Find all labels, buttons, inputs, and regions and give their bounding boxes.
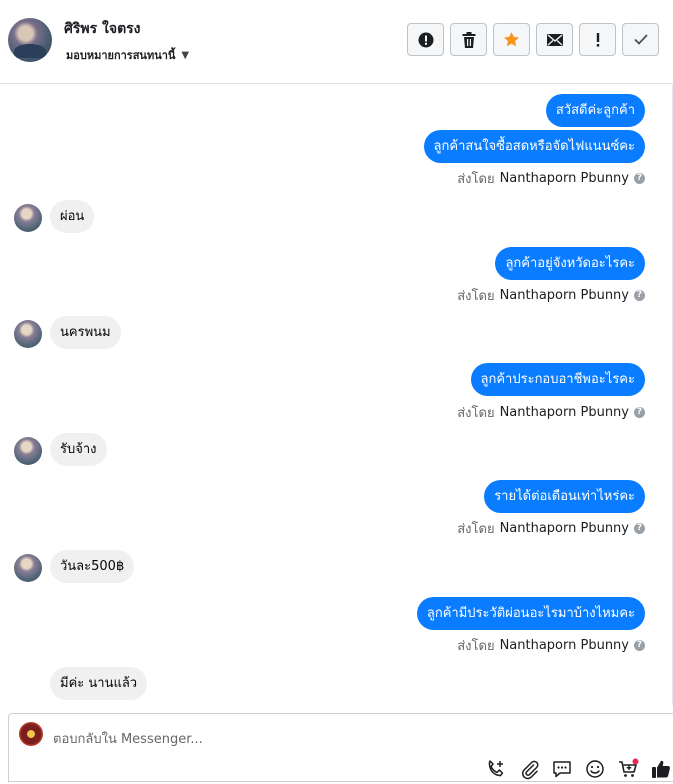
contact-avatar-small [14, 554, 42, 582]
help-icon[interactable]: ? [634, 640, 645, 651]
outgoing-message: รายได้ต่อเดือนเท่าไหร่คะ [484, 480, 645, 513]
mark-done-button[interactable] [622, 23, 659, 56]
conversation-header: ศิริพร ใจตรง มอบหมายการสนทนานี้ ▼ [0, 0, 673, 84]
sender-name[interactable]: Nanthaporn Pbunny [500, 521, 629, 536]
outgoing-message: ลูกค้าอยู่จังหวัดอะไรคะ [495, 247, 645, 280]
contact-avatar-small [14, 437, 42, 465]
assign-conversation-dropdown[interactable]: มอบหมายการสนทนานี้ ▼ [66, 46, 189, 64]
outgoing-message: ลูกค้ามีประวัติผ่อนอะไรมาบ้างไหมคะ [416, 597, 645, 630]
sender-name[interactable]: Nanthaporn Pbunny [500, 638, 629, 653]
phone-plus-icon[interactable] [485, 758, 507, 780]
contact-avatar[interactable] [8, 18, 52, 62]
assign-label: มอบหมายการสนทนานี้ [66, 49, 176, 62]
delete-button[interactable] [450, 23, 487, 56]
thumbs-up-icon[interactable] [650, 758, 672, 780]
incoming-message: วันละ500฿ [50, 550, 135, 583]
sent-by-label: ส่งโดย Nanthaporn Pbunny ? [457, 635, 645, 656]
sent-by-prefix: ส่งโดย [457, 172, 495, 187]
contact-name[interactable]: ศิริพร ใจตรง [64, 18, 141, 40]
star-button[interactable] [493, 23, 530, 56]
page-avatar [19, 722, 43, 746]
follow-up-button[interactable] [579, 23, 616, 56]
reply-composer: ตอบกลับใน Messenger... [8, 713, 673, 782]
spam-button[interactable] [407, 23, 444, 56]
envelope-icon [546, 33, 563, 46]
sent-by-label: ส่งโดย Nanthaporn Pbunny ? [457, 518, 645, 539]
outgoing-message: ลูกค้าประกอบอาชีพอะไรคะ [470, 363, 645, 396]
sender-name[interactable]: Nanthaporn Pbunny [500, 405, 629, 420]
sent-by-prefix: ส่งโดย [457, 289, 495, 304]
sent-by-label: ส่งโดย Nanthaporn Pbunny ? [457, 168, 645, 189]
caret-down-icon: ▼ [181, 49, 190, 61]
contact-avatar-small [14, 320, 42, 348]
mark-unread-button[interactable] [536, 23, 573, 56]
conversation-toolbar [407, 23, 659, 56]
sent-by-prefix: ส่งโดย [457, 522, 495, 537]
incoming-message: นครพนม [50, 316, 121, 349]
attachment-icon[interactable] [518, 758, 540, 780]
sent-by-label: ส่งโดย Nanthaporn Pbunny ? [457, 285, 645, 306]
reply-input[interactable]: ตอบกลับใน Messenger... [53, 728, 203, 749]
help-icon[interactable]: ? [634, 290, 645, 301]
incoming-message: รับจ้าง [50, 433, 107, 466]
help-icon[interactable]: ? [634, 407, 645, 418]
outgoing-message: สวัสดีค่ะลูกค้า [545, 94, 645, 127]
sender-name[interactable]: Nanthaporn Pbunny [500, 171, 629, 186]
cart-icon[interactable] [617, 758, 639, 780]
outgoing-message: ลูกค้าสนใจซื้อสดหรือจัดไฟแนนซ์คะ [423, 130, 645, 163]
incoming-message: ผ่อน [50, 200, 95, 233]
trash-icon [462, 31, 475, 48]
star-icon [504, 32, 519, 47]
help-icon[interactable]: ? [634, 173, 645, 184]
composer-actions [485, 758, 672, 780]
sent-by-prefix: ส่งโดย [457, 639, 495, 654]
chat-bubble-icon[interactable] [551, 758, 573, 780]
sender-name[interactable]: Nanthaporn Pbunny [500, 288, 629, 303]
emoji-icon[interactable] [584, 758, 606, 780]
check-icon [633, 34, 648, 45]
sent-by-label: ส่งโดย Nanthaporn Pbunny ? [457, 402, 645, 423]
sent-by-prefix: ส่งโดย [457, 406, 495, 421]
help-icon[interactable]: ? [634, 523, 645, 534]
alert-circle-icon [418, 32, 433, 47]
incoming-message: มีค่ะ นานแล้ว [50, 667, 148, 700]
notification-dot [632, 758, 639, 765]
message-thread[interactable]: สวัสดีค่ะลูกค้า ลูกค้าสนใจซื้อสดหรือจัดไ… [0, 85, 673, 712]
contact-avatar-small [14, 204, 42, 232]
exclamation-icon [596, 32, 599, 47]
